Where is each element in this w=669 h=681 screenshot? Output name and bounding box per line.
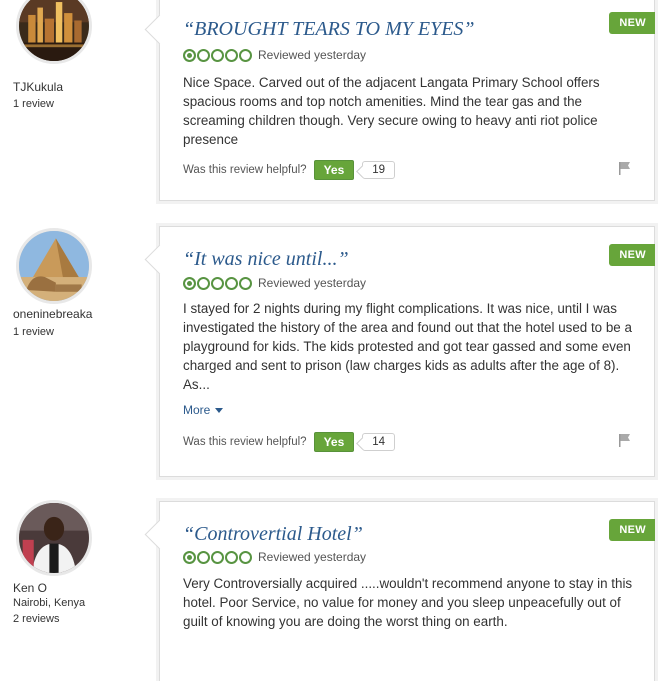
city-skyline-photo-icon: [19, 0, 89, 61]
avatar[interactable]: [16, 0, 92, 64]
rating-bubble-icon: [225, 550, 238, 564]
flag-icon[interactable]: [618, 161, 632, 175]
flag-icon[interactable]: [618, 433, 632, 447]
rating-bubble-icon: [197, 48, 210, 62]
helpful-label: Was this review helpful?: [183, 164, 307, 176]
rating-bubble-icon: [197, 276, 210, 290]
username[interactable]: Ken O: [13, 581, 47, 595]
review-body: Very Controversially acquired .....would…: [183, 576, 633, 629]
yes-helpful-button[interactable]: Yes: [313, 160, 355, 180]
bubble-rating: [183, 48, 252, 62]
review-count: 1 review: [13, 98, 54, 110]
rating-bubble-icon: [183, 550, 196, 564]
bubble-rating: [183, 276, 252, 290]
rating-bubble-icon: [239, 550, 252, 564]
rating-bubble-icon: [239, 48, 252, 62]
helpful-vote-count: 14: [362, 433, 396, 451]
new-badge: NEW: [609, 244, 655, 266]
rating-bubble-icon: [225, 276, 238, 290]
avatar[interactable]: [16, 500, 92, 576]
rating-bubble-icon: [211, 276, 224, 290]
rating-row: Reviewed yesterday: [183, 275, 366, 291]
review-title[interactable]: “Controvertial Hotel”: [183, 523, 363, 546]
rating-bubble-icon: [211, 48, 224, 62]
chevron-down-icon: [215, 408, 224, 414]
username[interactable]: TJKukula: [13, 80, 63, 94]
rating-bubble-icon: [239, 276, 252, 290]
review-count: 1 review: [13, 326, 54, 338]
review-body: Nice Space. Carved out of the adjacent L…: [183, 75, 600, 147]
review-title[interactable]: “It was nice until...”: [183, 248, 349, 271]
rating-bubble-icon: [225, 48, 238, 62]
rating-row: Reviewed yesterday: [183, 47, 366, 63]
review-body: I stayed for 2 nights during my flight c…: [183, 301, 632, 392]
review-card: NEW “BROUGHT TEARS TO MY EYES” Reviewed …: [144, 0, 655, 201]
rating-bubble-icon: [211, 550, 224, 564]
username[interactable]: oneninebreaka: [13, 307, 92, 321]
helpful-label: Was this review helpful?: [183, 436, 307, 448]
review-count: 2 reviews: [13, 613, 60, 625]
more-link[interactable]: More: [183, 403, 224, 417]
card-pointer: [144, 519, 175, 550]
rating-bubble-icon: [183, 48, 196, 62]
card-pointer: [144, 244, 175, 275]
review-card: NEW “Controvertial Hotel” Reviewed yeste…: [144, 501, 655, 681]
new-badge: NEW: [609, 519, 655, 541]
rating-row: Reviewed yesterday: [183, 549, 366, 565]
reviewer-location: Nairobi, Kenya: [13, 597, 86, 609]
review-card: NEW “It was nice until...” Reviewed yest…: [144, 226, 655, 477]
review-date: Reviewed yesterday: [258, 550, 367, 564]
helpful-row: Was this review helpful? Yes 19: [183, 160, 396, 180]
yes-helpful-button[interactable]: Yes: [313, 432, 355, 452]
review-title[interactable]: “BROUGHT TEARS TO MY EYES”: [183, 18, 475, 41]
new-badge: NEW: [609, 12, 655, 34]
sphinx-pyramid-photo-icon: [19, 231, 89, 301]
person-photo-icon: [19, 503, 89, 573]
more-label[interactable]: More: [183, 403, 210, 417]
rating-bubble-icon: [183, 276, 196, 290]
helpful-row: Was this review helpful? Yes 14: [183, 432, 396, 452]
avatar[interactable]: [16, 228, 92, 304]
bubble-rating: [183, 550, 252, 564]
review-date: Reviewed yesterday: [258, 48, 367, 62]
review-date: Reviewed yesterday: [258, 276, 367, 290]
helpful-vote-count: 19: [362, 161, 396, 179]
rating-bubble-icon: [197, 550, 210, 564]
card-pointer: [144, 14, 175, 45]
